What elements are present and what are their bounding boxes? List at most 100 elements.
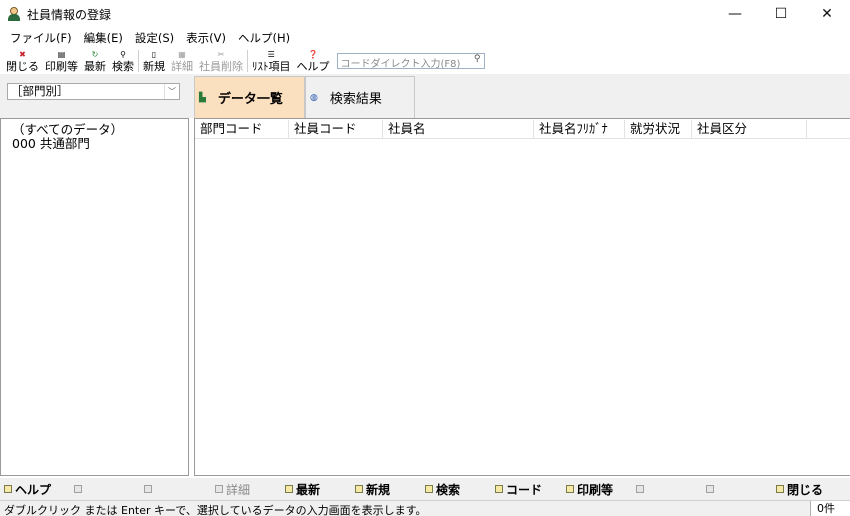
search-results-icon: ◍ <box>310 92 318 103</box>
code-input-placeholder: コードダイレクト入力(F8) <box>340 59 461 70</box>
new-document-icon: ▯ <box>151 49 157 59</box>
help-button[interactable]: ❓ ヘルプ <box>294 48 333 74</box>
fkey-refresh-button[interactable]: 最新 <box>285 481 320 497</box>
department-filter-select[interactable]: ［部門別］ ﹀ <box>7 83 180 100</box>
help-icon: ❓ <box>308 49 318 59</box>
status-message: ダブルクリック または Enter キーで、選択しているデータの入力画面を表示し… <box>4 504 427 516</box>
fkey-blank-button[interactable] <box>706 481 717 497</box>
tab-data-list-label: データ一覧 <box>217 92 283 107</box>
search-button[interactable]: ⚲ 検索 <box>109 48 137 74</box>
maximize-button[interactable]: ☐ <box>758 0 804 28</box>
employee-grid: 部門コード 社員コード 社員名 社員名ﾌﾘｶﾞﾅ 就労状況 社員区分 <box>194 118 850 476</box>
list-items-button[interactable]: ☰ ﾘｽﾄ項目 <box>249 48 294 74</box>
title-bar: 社員情報の登録 — ☐ ✕ <box>0 0 850 28</box>
refresh-icon: ↻ <box>91 49 99 59</box>
fkey-detail-label: 詳細 <box>226 482 251 497</box>
column-header-employee-code[interactable]: 社員コード <box>289 120 383 138</box>
fkey-help-label: ヘルプ <box>15 482 52 497</box>
code-direct-input[interactable]: コードダイレクト入力(F8) ⚲ <box>336 53 485 70</box>
fkey-blank-button[interactable] <box>144 481 155 497</box>
key-icon <box>566 485 574 493</box>
fkey-blank-button[interactable] <box>636 481 647 497</box>
key-icon <box>285 485 293 493</box>
fkey-blank-button[interactable] <box>74 481 85 497</box>
minimize-button[interactable]: — <box>712 0 758 28</box>
status-bar: ダブルクリック または Enter キーで、選択しているデータの入力画面を表示し… <box>0 500 850 516</box>
close-button-label: 閉じる <box>6 59 39 73</box>
fkey-refresh-label: 最新 <box>296 482 321 497</box>
key-icon <box>495 485 503 493</box>
close-button[interactable]: ✖ 閉じる <box>3 48 42 74</box>
key-icon <box>776 485 784 493</box>
grid-header: 部門コード 社員コード 社員名 社員名ﾌﾘｶﾞﾅ 就労状況 社員区分 <box>195 119 850 139</box>
fkey-code-label: コード <box>506 482 543 497</box>
fkey-search-button[interactable]: 検索 <box>425 481 460 497</box>
view-bar: ［部門別］ ﹀ ▙ データ一覧 ◍ 検索結果 <box>0 74 850 118</box>
close-window-button[interactable]: ✕ <box>804 0 850 28</box>
delete-employee-button[interactable]: ✂ 社員削除 <box>196 48 246 74</box>
new-button[interactable]: ▯ 新規 <box>140 48 168 74</box>
tab-search-results-label: 検索結果 <box>329 92 382 107</box>
print-button-label: 印刷等 <box>45 59 78 73</box>
function-key-bar: ヘルプ 詳細 最新 新規 検索 コード 印刷等 閉じる <box>0 478 850 500</box>
column-header-employee-type[interactable]: 社員区分 <box>692 120 807 138</box>
list-items-button-label: ﾘｽﾄ項目 <box>252 59 291 73</box>
menu-view[interactable]: 表示(V) <box>180 30 232 46</box>
search-icon: ⚲ <box>120 49 126 59</box>
detail-icon: ▦ <box>178 49 186 59</box>
key-icon <box>355 485 363 493</box>
key-icon <box>4 485 12 493</box>
list-icon: ☰ <box>267 49 275 59</box>
fkey-close-button[interactable]: 閉じる <box>776 481 823 497</box>
tab-data-list[interactable]: ▙ データ一覧 <box>194 76 305 118</box>
column-header-dept-code[interactable]: 部門コード <box>195 120 289 138</box>
record-count: 0件 <box>810 501 850 516</box>
toolbar-separator <box>247 50 248 72</box>
column-header-employee-kana[interactable]: 社員名ﾌﾘｶﾞﾅ <box>534 120 625 138</box>
key-icon <box>425 485 433 493</box>
detail-button-label: 詳細 <box>171 59 193 73</box>
search-icon: ⚲ <box>473 54 481 64</box>
fkey-print-button[interactable]: 印刷等 <box>566 481 613 497</box>
key-icon <box>144 485 152 493</box>
toolbar: ✖ 閉じる ▤ 印刷等 ↻ 最新 ⚲ 検索 ▯ 新規 ▦ 詳細 ✂ 社員削除 ☰… <box>0 48 850 74</box>
fkey-code-button[interactable]: コード <box>495 481 542 497</box>
fkey-search-label: 検索 <box>436 482 461 497</box>
column-header-work-status[interactable]: 就労状況 <box>625 120 692 138</box>
department-filter-value: ［部門別］ <box>11 84 69 98</box>
data-list-icon: ▙ <box>199 92 206 103</box>
printer-icon: ▤ <box>57 49 66 59</box>
close-icon: ✖ <box>19 49 26 59</box>
help-button-label: ヘルプ <box>296 59 330 73</box>
menu-edit[interactable]: 編集(E) <box>78 30 129 46</box>
menu-file[interactable]: ファイル(F) <box>4 30 78 46</box>
window-title: 社員情報の登録 <box>27 7 112 22</box>
toolbar-separator <box>138 50 139 72</box>
fkey-detail-button[interactable]: 詳細 <box>215 481 250 497</box>
scissors-icon: ✂ <box>217 49 225 59</box>
print-button[interactable]: ▤ 印刷等 <box>42 48 81 74</box>
fkey-new-button[interactable]: 新規 <box>355 481 390 497</box>
refresh-button[interactable]: ↻ 最新 <box>81 48 109 74</box>
menu-bar: ファイル(F) 編集(E) 設定(S) 表示(V) ヘルプ(H) <box>0 28 850 48</box>
search-button-label: 検索 <box>112 59 134 73</box>
tab-search-results[interactable]: ◍ 検索結果 <box>305 76 415 118</box>
fkey-print-label: 印刷等 <box>577 482 614 497</box>
new-button-label: 新規 <box>143 59 165 73</box>
department-tree: （すべてのデータ） 000 共通部門 <box>0 118 189 476</box>
fkey-new-label: 新規 <box>366 482 391 497</box>
refresh-button-label: 最新 <box>84 59 106 73</box>
chevron-down-icon: ﹀ <box>164 84 179 99</box>
fkey-help-button[interactable]: ヘルプ <box>4 481 51 497</box>
app-icon <box>7 7 21 21</box>
delete-employee-button-label: 社員削除 <box>199 59 243 73</box>
detail-button[interactable]: ▦ 詳細 <box>168 48 196 74</box>
key-icon <box>636 485 644 493</box>
tree-item-common-dept[interactable]: 000 共通部門 <box>12 133 90 152</box>
menu-settings[interactable]: 設定(S) <box>129 30 180 46</box>
key-icon <box>215 485 223 493</box>
menu-help[interactable]: ヘルプ(H) <box>232 30 296 46</box>
key-icon <box>706 485 714 493</box>
column-header-employee-name[interactable]: 社員名 <box>383 120 534 138</box>
fkey-close-label: 閉じる <box>787 482 824 497</box>
